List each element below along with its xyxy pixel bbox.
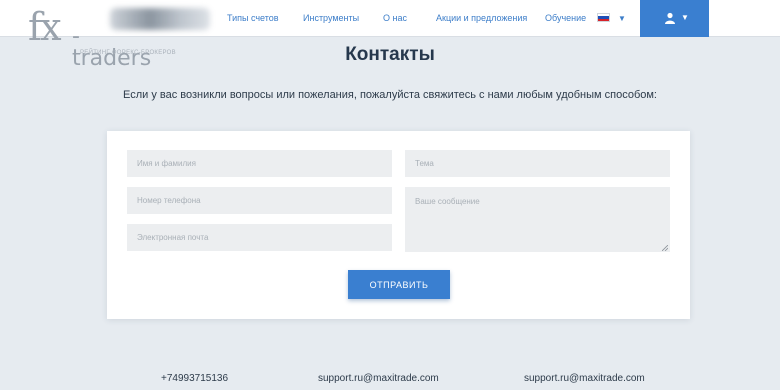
user-account-button[interactable]: ▼ xyxy=(640,0,709,37)
russian-flag-icon xyxy=(597,13,610,22)
nav-about[interactable]: О нас xyxy=(383,13,407,23)
footer-email-secondary[interactable]: support.ru@maxitrade.com xyxy=(524,373,645,384)
caret-down-icon: ▼ xyxy=(681,13,689,22)
user-icon xyxy=(665,12,675,24)
site-header: fx -traders РЕЙТИНГ ФОРЕКС-БРОКЕРОВ Типы… xyxy=(0,0,780,70)
phone-input[interactable] xyxy=(127,187,392,214)
page-title: Контакты xyxy=(345,44,435,65)
nav-education[interactable]: Обучение xyxy=(545,13,586,23)
nav-account-types[interactable]: Типы счетов xyxy=(227,13,279,23)
message-textarea[interactable] xyxy=(405,187,670,252)
email-input[interactable] xyxy=(127,224,392,251)
name-input[interactable] xyxy=(127,150,392,177)
brand-logo-blurred[interactable] xyxy=(110,8,210,30)
caret-down-icon: ▼ xyxy=(618,14,626,23)
footer-phone[interactable]: +74993715136 xyxy=(161,373,228,384)
subject-input[interactable] xyxy=(405,150,670,177)
nav-instruments[interactable]: Инструменты xyxy=(303,13,359,23)
nav-promotions[interactable]: Акции и предложения xyxy=(436,13,527,23)
language-selector[interactable]: ▼ xyxy=(597,13,627,23)
logo-fx-text: fx xyxy=(28,5,61,49)
footer-email[interactable]: support.ru@maxitrade.com xyxy=(318,373,439,384)
submit-button[interactable]: ОТПРАВИТЬ xyxy=(348,270,450,299)
intro-text: Если у вас возникли вопросы или пожелани… xyxy=(123,89,657,101)
